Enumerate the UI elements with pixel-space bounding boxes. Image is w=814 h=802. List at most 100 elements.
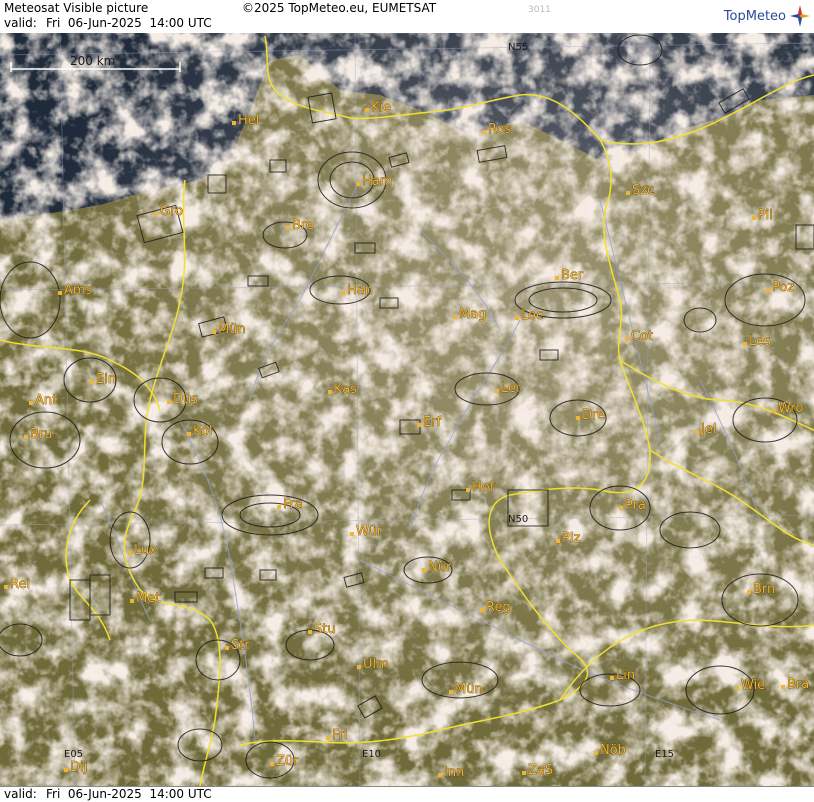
city-dot: [610, 676, 614, 680]
city-dot: [130, 599, 134, 603]
city-dot: [225, 646, 229, 650]
city-label: Kie: [371, 100, 391, 115]
city-marker-mun-s: Mün: [449, 682, 483, 697]
city-dot: [270, 762, 274, 766]
city-marker-ams: Ams: [58, 283, 93, 298]
topmeteo-logo[interactable]: TopMeteo: [724, 4, 810, 28]
city-label: Rei: [10, 577, 30, 592]
city-label: Cot: [631, 329, 653, 344]
city-dot: [576, 416, 580, 420]
city-label: Met: [136, 591, 160, 606]
city-label: Fra: [283, 497, 303, 512]
city-dot: [743, 342, 747, 346]
city-dot: [772, 409, 776, 413]
grid-label-e15: E15: [655, 749, 674, 760]
city-dot: [766, 288, 770, 292]
valid-time: Fri 06-Jun-2025 14:00 UTC: [46, 16, 212, 30]
city-label: ZaS: [528, 763, 553, 778]
city-dot: [747, 590, 751, 594]
city-label: Bra: [787, 677, 809, 692]
city-label: Szc: [632, 183, 654, 198]
city-label: Lei: [501, 381, 520, 396]
grid-label-e05: E05: [64, 749, 83, 760]
haze-layer: [0, 33, 814, 786]
city-dot: [522, 771, 526, 775]
city-dot: [466, 488, 470, 492]
city-label: Bre: [292, 218, 314, 233]
city-label: Gro: [160, 204, 183, 219]
city-label: Ein: [96, 372, 116, 387]
city-dot: [735, 686, 739, 690]
city-label: Hel: [238, 113, 259, 128]
city-dot: [232, 121, 236, 125]
city-dot: [357, 665, 361, 669]
satellite-map[interactable]: 200 km N55 N50 E05 E10 E15 Hel Kie Ros Ham S…: [0, 33, 814, 786]
city-dot: [417, 423, 421, 427]
city-dot: [626, 191, 630, 195]
city-dot: [90, 380, 94, 384]
city-label: Dre: [582, 408, 605, 423]
city-dot: [64, 768, 68, 772]
city-label: Loc: [521, 308, 543, 323]
image-title: Meteosat Visible picture: [4, 1, 149, 15]
city-label: Ber: [561, 268, 584, 283]
footer-valid-label: valid:: [4, 787, 37, 801]
compass-star-icon: [790, 5, 810, 27]
city-marker-mag: Mag: [453, 307, 487, 322]
copyright-text: ©2025 TopMeteo.eu, EUMETSAT: [242, 1, 437, 15]
city-dot: [212, 330, 216, 334]
city-marker-mun-n: Mün: [212, 322, 246, 337]
city-dot: [515, 316, 519, 320]
city-label: Jel: [700, 422, 716, 437]
city-label: Inn: [444, 765, 464, 780]
city-dot: [167, 400, 171, 404]
footer-bar: valid: Fri 06-Jun-2025 14:00 UTC: [0, 786, 814, 802]
city-label: Ams: [64, 283, 93, 298]
city-label: Pra: [625, 498, 646, 513]
city-dot: [422, 568, 426, 572]
city-dot: [495, 389, 499, 393]
city-dot: [781, 685, 785, 689]
header-bar: Meteosat Visible picture ©2025 TopMeteo.…: [0, 0, 814, 34]
city-dot: [365, 108, 369, 112]
city-label: Düs: [173, 392, 198, 407]
city-label: Plz: [562, 531, 580, 546]
city-label: Han: [347, 283, 373, 298]
grid-label-n50: N50: [508, 514, 528, 525]
city-dot: [277, 505, 281, 509]
city-dot: [341, 291, 345, 295]
city-label: Kas: [334, 382, 357, 397]
city-dot: [24, 435, 28, 439]
city-label: Ant: [35, 393, 57, 408]
city-label: Str: [231, 638, 250, 653]
grid-label-e10: E10: [362, 749, 381, 760]
city-dot: [350, 532, 354, 536]
city-dot: [29, 401, 33, 405]
city-label: Stu: [314, 622, 336, 637]
logo-text: TopMeteo: [723, 8, 786, 24]
map-canvas: 200 km N55 N50 E05 E10 E15 Hel Kie Ros Ham S…: [0, 33, 814, 786]
city-label: Pil: [758, 208, 773, 223]
city-label: Les: [749, 334, 771, 349]
city-label: Ham: [362, 174, 392, 189]
city-dot: [58, 291, 62, 295]
city-label: Poz: [772, 280, 794, 295]
city-dot: [482, 130, 486, 134]
footer-valid-time: Fri 06-Jun-2025 14:00 UTC: [46, 787, 212, 801]
city-marker-ham: Ham: [356, 174, 393, 189]
city-label: Ros: [488, 122, 511, 137]
valid-label: valid:: [4, 16, 37, 30]
city-label: Reg: [486, 600, 511, 615]
city-label: Nür: [428, 560, 452, 575]
city-dot: [556, 539, 560, 543]
city-dot: [594, 751, 598, 755]
city-dot: [438, 773, 442, 777]
city-dot: [326, 736, 330, 740]
city-dot: [555, 276, 559, 280]
scale-label: 200 km: [70, 54, 115, 68]
city-dot: [752, 216, 756, 220]
image-code: 3011: [528, 5, 551, 15]
city-label: Dij: [70, 760, 87, 775]
city-label: Nöb: [600, 743, 626, 758]
city-dot: [4, 585, 8, 589]
